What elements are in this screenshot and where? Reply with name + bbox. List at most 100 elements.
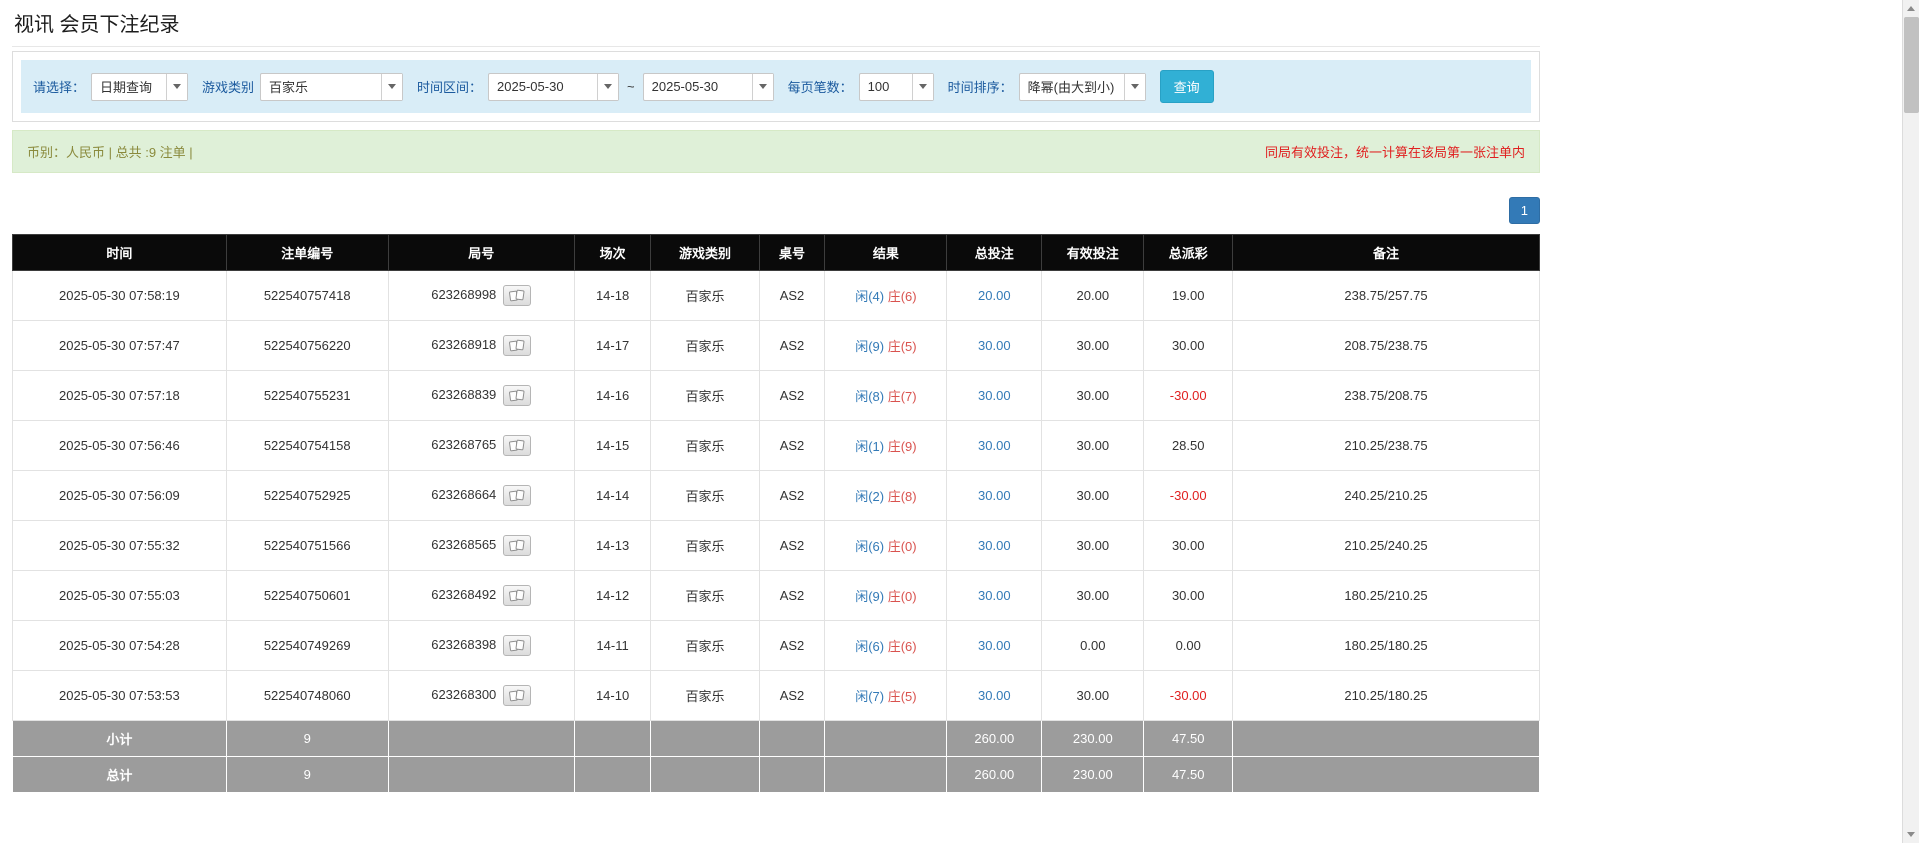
cell-table-no: AS2	[759, 371, 825, 421]
cell-payout: 30.00	[1144, 521, 1233, 571]
scrollbar-up-icon[interactable]	[1903, 0, 1919, 17]
cell-valid-bet: 30.00	[1042, 521, 1144, 571]
cell-round-id: 623268839	[388, 371, 574, 421]
playing-cards-icon[interactable]	[503, 635, 531, 656]
result-player: 闲(9)	[855, 339, 884, 354]
cell-valid-bet: 30.00	[1042, 421, 1144, 471]
scrollbar[interactable]	[1902, 0, 1919, 843]
cell-total-bet: 20.00	[947, 271, 1042, 321]
table-row: 2025-05-30 07:58:19 522540757418 6232689…	[13, 271, 1540, 321]
page-size-label: 每页笔数：	[788, 77, 853, 96]
query-type-label: 请选择：	[33, 77, 85, 96]
total-bet-link[interactable]: 30.00	[978, 588, 1011, 603]
cell-result: 闲(6) 庄(6)	[825, 621, 947, 671]
date-to-select[interactable]: 2025-05-30	[643, 73, 774, 101]
total-bet-link[interactable]: 20.00	[978, 288, 1011, 303]
cell-remark: 240.25/210.25	[1233, 471, 1540, 521]
playing-cards-icon[interactable]	[503, 385, 531, 406]
chevron-down-icon[interactable]	[1124, 74, 1145, 100]
col-table-no: 桌号	[759, 235, 825, 271]
cell-game-type: 百家乐	[651, 421, 759, 471]
cell-valid-bet: 30.00	[1042, 671, 1144, 721]
chevron-down-icon[interactable]	[597, 74, 618, 100]
cell-session: 14-18	[574, 271, 650, 321]
cell-table-no: AS2	[759, 521, 825, 571]
cell-round-id: 623268765	[388, 421, 574, 471]
cell-total-bet: 30.00	[947, 471, 1042, 521]
total-count: 9	[226, 757, 388, 793]
result-player: 闲(6)	[855, 539, 884, 554]
cell-game-type: 百家乐	[651, 671, 759, 721]
result-banker: 庄(8)	[888, 489, 917, 504]
total-bet-link[interactable]: 30.00	[978, 638, 1011, 653]
chevron-down-icon[interactable]	[912, 74, 933, 100]
playing-cards-icon[interactable]	[503, 335, 531, 356]
cell-round-id: 623268918	[388, 321, 574, 371]
cell-game-type: 百家乐	[651, 521, 759, 571]
cell-payout: 0.00	[1144, 621, 1233, 671]
cell-bet-id: 522540756220	[226, 321, 388, 371]
page-1-button[interactable]: 1	[1509, 197, 1540, 224]
query-type-select[interactable]: 日期查询	[91, 73, 188, 101]
table-header: 时间 注单编号 局号 场次 游戏类别 桌号 结果 总投注 有效投注 总派彩 备注	[13, 235, 1540, 271]
playing-cards-icon[interactable]	[503, 485, 531, 506]
date-from-select[interactable]: 2025-05-30	[488, 73, 619, 101]
total-payout: 47.50	[1144, 757, 1233, 793]
table-row: 2025-05-30 07:53:53 522540748060 6232683…	[13, 671, 1540, 721]
cell-result: 闲(2) 庄(8)	[825, 471, 947, 521]
round-id-text: 623268998	[431, 287, 496, 302]
result-player: 闲(9)	[855, 589, 884, 604]
col-game-type: 游戏类别	[651, 235, 759, 271]
cell-remark: 210.25/180.25	[1233, 671, 1540, 721]
cell-session: 14-12	[574, 571, 650, 621]
col-payout: 总派彩	[1144, 235, 1233, 271]
cell-remark: 180.25/180.25	[1233, 621, 1540, 671]
search-button[interactable]: 查询	[1160, 70, 1214, 103]
cell-valid-bet: 30.00	[1042, 571, 1144, 621]
page-title: 视讯 会员下注纪录	[14, 8, 1538, 37]
round-id-text: 623268565	[431, 537, 496, 552]
game-type-select[interactable]: 百家乐	[260, 73, 403, 101]
total-bet-link[interactable]: 30.00	[978, 338, 1011, 353]
page-size-select[interactable]: 100	[859, 73, 934, 101]
query-type-value: 日期查询	[92, 74, 166, 100]
cell-round-id: 623268664	[388, 471, 574, 521]
page-container: 视讯 会员下注纪录 请选择： 日期查询 游戏类别 百家乐 时间区间： 2025-…	[12, 0, 1540, 793]
playing-cards-icon[interactable]	[503, 585, 531, 606]
playing-cards-icon[interactable]	[503, 285, 531, 306]
table-body: 2025-05-30 07:58:19 522540757418 6232689…	[13, 271, 1540, 721]
cell-result: 闲(9) 庄(5)	[825, 321, 947, 371]
total-bet-link[interactable]: 30.00	[978, 488, 1011, 503]
chevron-down-icon[interactable]	[381, 74, 402, 100]
scrollbar-down-icon[interactable]	[1903, 826, 1919, 843]
cell-bet-id: 522540748060	[226, 671, 388, 721]
cell-time: 2025-05-30 07:53:53	[13, 671, 227, 721]
chevron-down-icon[interactable]	[166, 74, 187, 100]
table-footer: 小计 9 260.00 230.00 47.50 总计 9 260.00 230…	[13, 721, 1540, 793]
col-valid-bet: 有效投注	[1042, 235, 1144, 271]
total-bet-link[interactable]: 30.00	[978, 438, 1011, 453]
playing-cards-icon[interactable]	[503, 535, 531, 556]
total-bet-link[interactable]: 30.00	[978, 688, 1011, 703]
cell-valid-bet: 30.00	[1042, 471, 1144, 521]
playing-cards-icon[interactable]	[503, 685, 531, 706]
cell-round-id: 623268300	[388, 671, 574, 721]
scrollbar-thumb[interactable]	[1904, 17, 1919, 113]
subtotal-count: 9	[226, 721, 388, 757]
round-id-text: 623268765	[431, 437, 496, 452]
cell-time: 2025-05-30 07:58:19	[13, 271, 227, 321]
round-id-text: 623268918	[431, 337, 496, 352]
total-bet-link[interactable]: 30.00	[978, 538, 1011, 553]
cell-bet-id: 522540749269	[226, 621, 388, 671]
game-type-label: 游戏类别	[202, 77, 254, 96]
result-player: 闲(8)	[855, 389, 884, 404]
round-id-text: 623268839	[431, 387, 496, 402]
cell-valid-bet: 20.00	[1042, 271, 1144, 321]
total-bet-link[interactable]: 30.00	[978, 388, 1011, 403]
cell-table-no: AS2	[759, 321, 825, 371]
cell-bet-id: 522540755231	[226, 371, 388, 421]
playing-cards-icon[interactable]	[503, 435, 531, 456]
sort-order-select[interactable]: 降幂(由大到小)	[1019, 73, 1146, 101]
cell-remark: 180.25/210.25	[1233, 571, 1540, 621]
chevron-down-icon[interactable]	[752, 74, 773, 100]
